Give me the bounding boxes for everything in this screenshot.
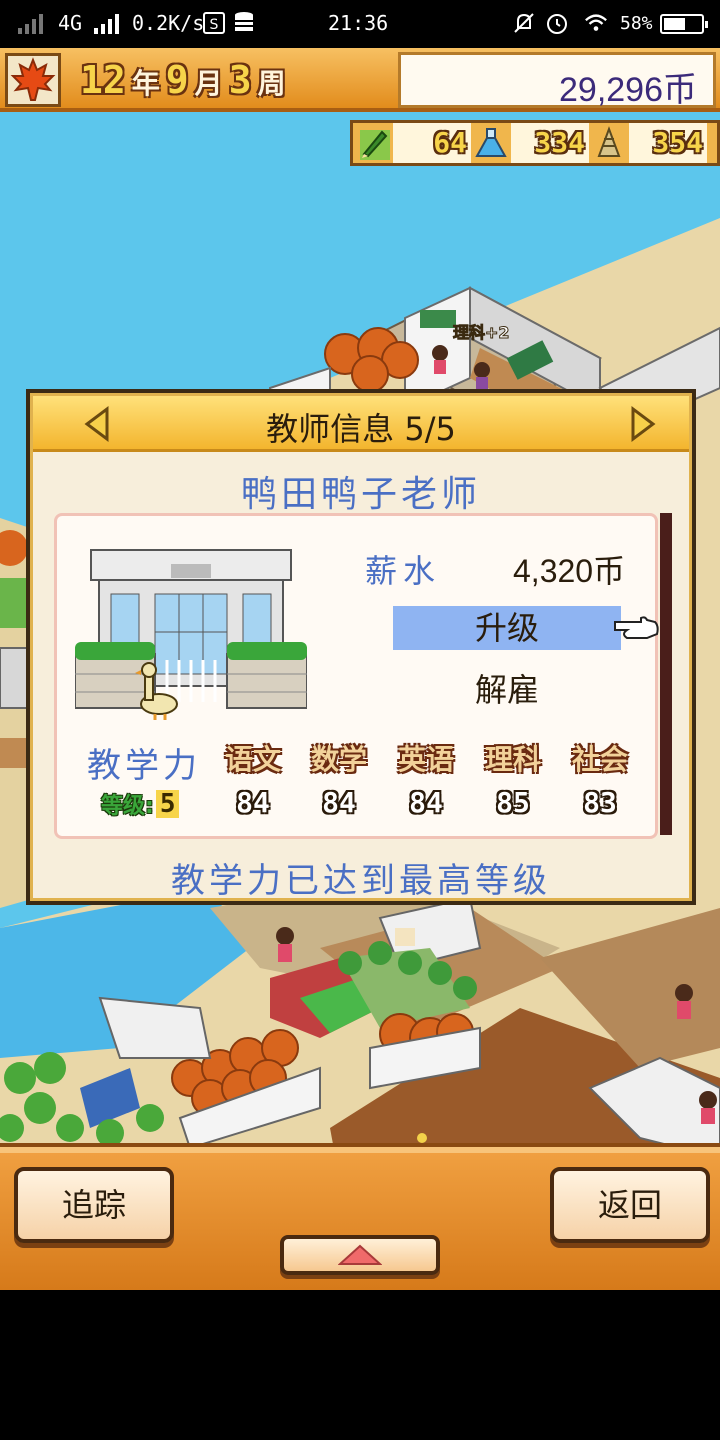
level-display: 等级: 5	[101, 788, 180, 820]
expand-menu-button[interactable]	[280, 1235, 440, 1275]
week-value: 3	[228, 58, 252, 102]
fire-button[interactable]: 解雇	[393, 668, 621, 712]
storage-icon	[235, 12, 253, 31]
month-unit: 月	[194, 67, 223, 100]
pencil-value: 64	[393, 123, 471, 163]
salary-label: 薪水	[365, 552, 442, 590]
track-button[interactable]: 追踪	[14, 1167, 174, 1243]
signal-strength-icon	[94, 12, 119, 34]
s-app-icon: S	[203, 12, 225, 34]
flask-icon	[471, 123, 511, 163]
max-level-message: 教学力已达到最高等级	[171, 861, 551, 901]
teacher-name: 鸭田鸭子老师	[240, 474, 481, 515]
pencil-icon	[353, 123, 393, 163]
wifi-icon	[585, 14, 607, 31]
signal-icon	[18, 12, 43, 34]
score-math: 84	[322, 786, 356, 819]
money-display: 29,296币	[398, 52, 716, 109]
subject-social: 社会	[571, 743, 628, 776]
status-bar: 4G 0.2K/s S 21:36 58%	[0, 0, 720, 48]
level-value: 5	[155, 790, 180, 818]
week-unit: 周	[257, 67, 286, 100]
arrow-right-icon	[631, 406, 656, 442]
dialog-scrollbar[interactable]	[660, 513, 672, 835]
game-date: 12 年 9 月 3 周	[80, 58, 286, 102]
bottom-bar: 追踪 返回	[0, 1143, 720, 1290]
network-speed: 0.2K/s	[132, 11, 205, 35]
subject-math: 数学	[310, 743, 367, 776]
teaching-power-label: 教学力	[87, 746, 201, 786]
score-social: 83	[583, 786, 617, 819]
month-value: 9	[165, 58, 189, 102]
maple-leaf-icon[interactable]	[5, 53, 61, 107]
level-label: 等级:	[101, 794, 154, 819]
resource-bar: 64 334 354	[350, 120, 720, 166]
school-building-icon	[75, 549, 307, 720]
upgrade-button[interactable]: 升级	[393, 606, 621, 650]
float-stat-text: 理科+2	[453, 323, 510, 342]
svg-text:S: S	[210, 17, 219, 33]
teacher-info-dialog: 教师信息 5/5 鸭田鸭子老师 薪水 4,320币 升级 解雇 教学力 等级: …	[26, 389, 696, 905]
alarm-icon	[547, 14, 567, 34]
score-chinese: 84	[236, 786, 270, 819]
battery-percent: 58%	[620, 13, 653, 34]
arrow-up-icon	[338, 1244, 382, 1265]
next-teacher-button[interactable]	[623, 404, 663, 444]
score-science: 85	[496, 786, 530, 819]
network-type: 4G	[58, 11, 83, 35]
year-value: 12	[80, 58, 126, 102]
battery-icon	[660, 14, 708, 34]
back-button[interactable]: 返回	[550, 1167, 710, 1243]
top-hud: 12 年 9 月 3 周 29,296币	[0, 48, 720, 112]
dialog-header: 教师信息 5/5	[33, 396, 689, 452]
money-value: 29,296币	[559, 71, 697, 109]
flask-value: 334	[511, 123, 589, 163]
pointing-hand-icon	[614, 616, 659, 639]
clock: 21:36	[328, 11, 389, 35]
subject-chinese: 语文	[224, 743, 281, 776]
year-unit: 年	[131, 67, 160, 100]
subject-science: 理科	[484, 743, 541, 776]
score-english: 84	[409, 786, 443, 819]
mute-icon	[514, 13, 534, 33]
tower-icon	[589, 123, 629, 163]
teacher-details-panel: 薪水 4,320币 升级 解雇 教学力 等级: 5 语文 数学 英语 理科 社会…	[54, 513, 659, 839]
subject-english: 英语	[397, 743, 454, 776]
salary-value: 4,320币	[513, 553, 626, 589]
dialog-title: 教师信息 5/5	[266, 410, 456, 448]
tower-value: 354	[629, 123, 707, 163]
